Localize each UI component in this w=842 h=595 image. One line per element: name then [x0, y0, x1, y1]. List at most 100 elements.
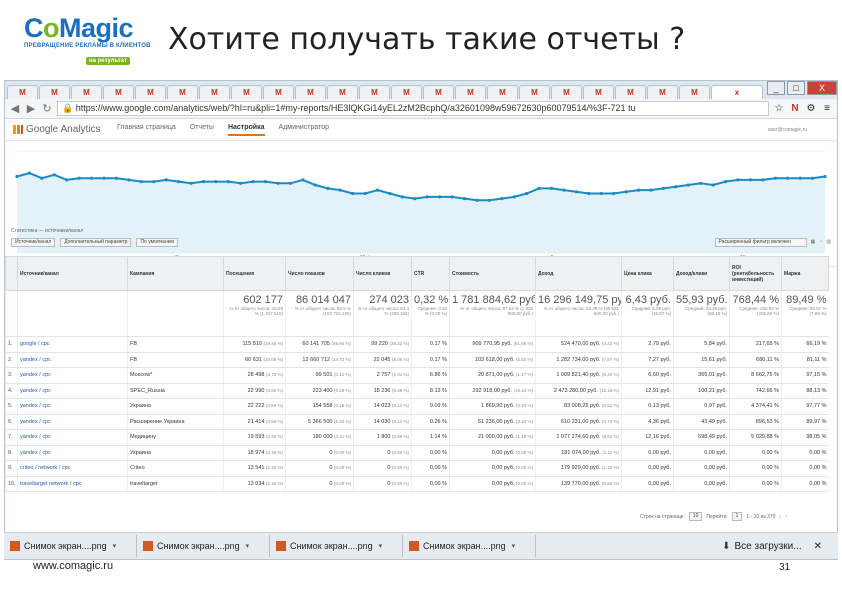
browser-tab[interactable]: M: [71, 85, 102, 99]
grid-view-icon[interactable]: ▦: [811, 239, 816, 245]
chart-point[interactable]: [338, 188, 342, 192]
url-field[interactable]: 🔒 https://www.google.com/analytics/web/?…: [57, 101, 769, 116]
chart-point[interactable]: [823, 174, 827, 179]
browser-tab[interactable]: M: [487, 85, 518, 99]
extension-icon[interactable]: N: [789, 103, 801, 114]
chart-point[interactable]: [612, 191, 616, 196]
chart-point[interactable]: [139, 180, 143, 184]
chart-point[interactable]: [512, 195, 516, 199]
chart-point[interactable]: [413, 197, 417, 201]
browser-tab[interactable]: M: [295, 85, 326, 99]
rows-per-page-select[interactable]: 10: [688, 512, 703, 521]
chart-point[interactable]: [574, 190, 578, 194]
settings-icon[interactable]: ⚙: [805, 103, 817, 114]
chart-point[interactable]: [152, 180, 156, 184]
column-header[interactable]: Число показов: [285, 256, 354, 291]
column-header[interactable]: CTR: [411, 256, 450, 291]
download-item[interactable]: Снимок экран....png ▾: [6, 535, 137, 557]
back-icon[interactable]: ◀: [9, 102, 21, 115]
chart-point[interactable]: [549, 186, 554, 190]
chart-point[interactable]: [736, 178, 740, 182]
chart-point[interactable]: [326, 186, 330, 190]
browser-tab[interactable]: M: [551, 85, 582, 99]
chevron-down-icon[interactable]: ▾: [512, 542, 516, 550]
cell-source[interactable]: yandex / cpc: [17, 445, 128, 461]
chart-point[interactable]: [587, 191, 591, 196]
browser-tab[interactable]: M: [199, 85, 230, 99]
ga-nav-item[interactable]: Главная страница: [117, 124, 176, 136]
chart-point[interactable]: [761, 178, 765, 182]
column-header[interactable]: ROI (рентабельность инвестиций): [729, 256, 782, 291]
close-button[interactable]: X: [807, 81, 837, 95]
ga-user[interactable]: user@comagic.ru: [768, 127, 837, 133]
browser-tab[interactable]: x: [711, 85, 763, 99]
browser-tab[interactable]: M: [103, 85, 134, 99]
chart-point[interactable]: [77, 176, 81, 180]
secondary-dimension-select[interactable]: Дополнительный параметр: [60, 237, 132, 247]
chart-point[interactable]: [674, 185, 678, 189]
chart-point[interactable]: [425, 195, 429, 199]
chart-point[interactable]: [686, 183, 690, 187]
browser-tab[interactable]: M: [391, 85, 422, 99]
browser-tab[interactable]: M: [519, 85, 550, 99]
column-header[interactable]: Маржа: [781, 256, 829, 291]
chart-point[interactable]: [15, 174, 19, 179]
column-header[interactable]: Стоимость: [449, 256, 536, 291]
all-downloads-link[interactable]: ⬇ Все загрузки... ✕: [722, 541, 838, 552]
browser-tab[interactable]: M: [359, 85, 390, 99]
chart-point[interactable]: [164, 178, 168, 182]
browser-tab[interactable]: M: [455, 85, 486, 99]
browser-tab[interactable]: M: [39, 85, 70, 99]
primary-dimension-select[interactable]: Источник/канал: [11, 237, 56, 247]
cell-source[interactable]: google / cpc: [17, 336, 128, 353]
chart-point[interactable]: [102, 176, 106, 180]
maximize-button[interactable]: □: [787, 81, 805, 95]
cell-source[interactable]: criteo / network / cpc: [17, 460, 128, 477]
chart-point[interactable]: [301, 178, 305, 182]
chart-point[interactable]: [537, 186, 541, 190]
chart-point[interactable]: [52, 173, 56, 177]
chart-point[interactable]: [711, 183, 715, 187]
browser-tab[interactable]: M: [167, 85, 198, 99]
column-header[interactable]: Доход/клики: [673, 256, 730, 291]
ga-nav-item[interactable]: Отчеты: [190, 124, 214, 136]
prev-page-icon[interactable]: ‹: [779, 514, 781, 520]
forward-icon[interactable]: ▶: [25, 102, 37, 115]
chart-point[interactable]: [748, 178, 753, 182]
cell-source[interactable]: traveltarget network / cpc: [17, 476, 128, 492]
chart-point[interactable]: [177, 180, 181, 184]
browser-tab[interactable]: M: [679, 85, 710, 99]
reload-icon[interactable]: ↻: [41, 102, 53, 115]
chevron-down-icon[interactable]: ▾: [379, 542, 383, 550]
chart-point[interactable]: [636, 188, 641, 192]
browser-tab[interactable]: M: [135, 85, 166, 99]
browser-tab[interactable]: M: [615, 85, 646, 99]
chart-point[interactable]: [462, 197, 467, 201]
download-item[interactable]: Снимок экран....png ▾: [139, 535, 270, 557]
chart-point[interactable]: [810, 176, 815, 180]
chart-point[interactable]: [798, 176, 802, 180]
download-item[interactable]: Снимок экран....png ▾: [272, 535, 403, 557]
chart-point[interactable]: [786, 176, 790, 180]
chart-point[interactable]: [649, 188, 653, 192]
chart-point[interactable]: [400, 195, 404, 199]
pie-view-icon[interactable]: ◔: [819, 239, 822, 245]
cell-source[interactable]: yandex / cpc: [17, 383, 128, 399]
chart-point[interactable]: [264, 180, 268, 184]
chevron-down-icon[interactable]: ▾: [246, 542, 250, 550]
chart-point[interactable]: [201, 180, 206, 184]
chart-point[interactable]: [699, 181, 703, 185]
ga-nav-item[interactable]: Администратор: [279, 124, 330, 136]
browser-tab[interactable]: M: [263, 85, 294, 99]
browser-tab[interactable]: M: [423, 85, 454, 99]
chart-point[interactable]: [127, 178, 131, 182]
chevron-down-icon[interactable]: ▾: [113, 542, 117, 550]
chart-point[interactable]: [239, 181, 243, 185]
chart-point[interactable]: [363, 191, 367, 196]
download-item[interactable]: Снимок экран....png ▾: [405, 535, 536, 557]
menu-icon[interactable]: ≡: [821, 103, 833, 114]
chart-point[interactable]: [351, 191, 355, 196]
chart-point[interactable]: [313, 183, 317, 187]
chart-point[interactable]: [599, 191, 603, 196]
chart-point[interactable]: [723, 180, 728, 184]
